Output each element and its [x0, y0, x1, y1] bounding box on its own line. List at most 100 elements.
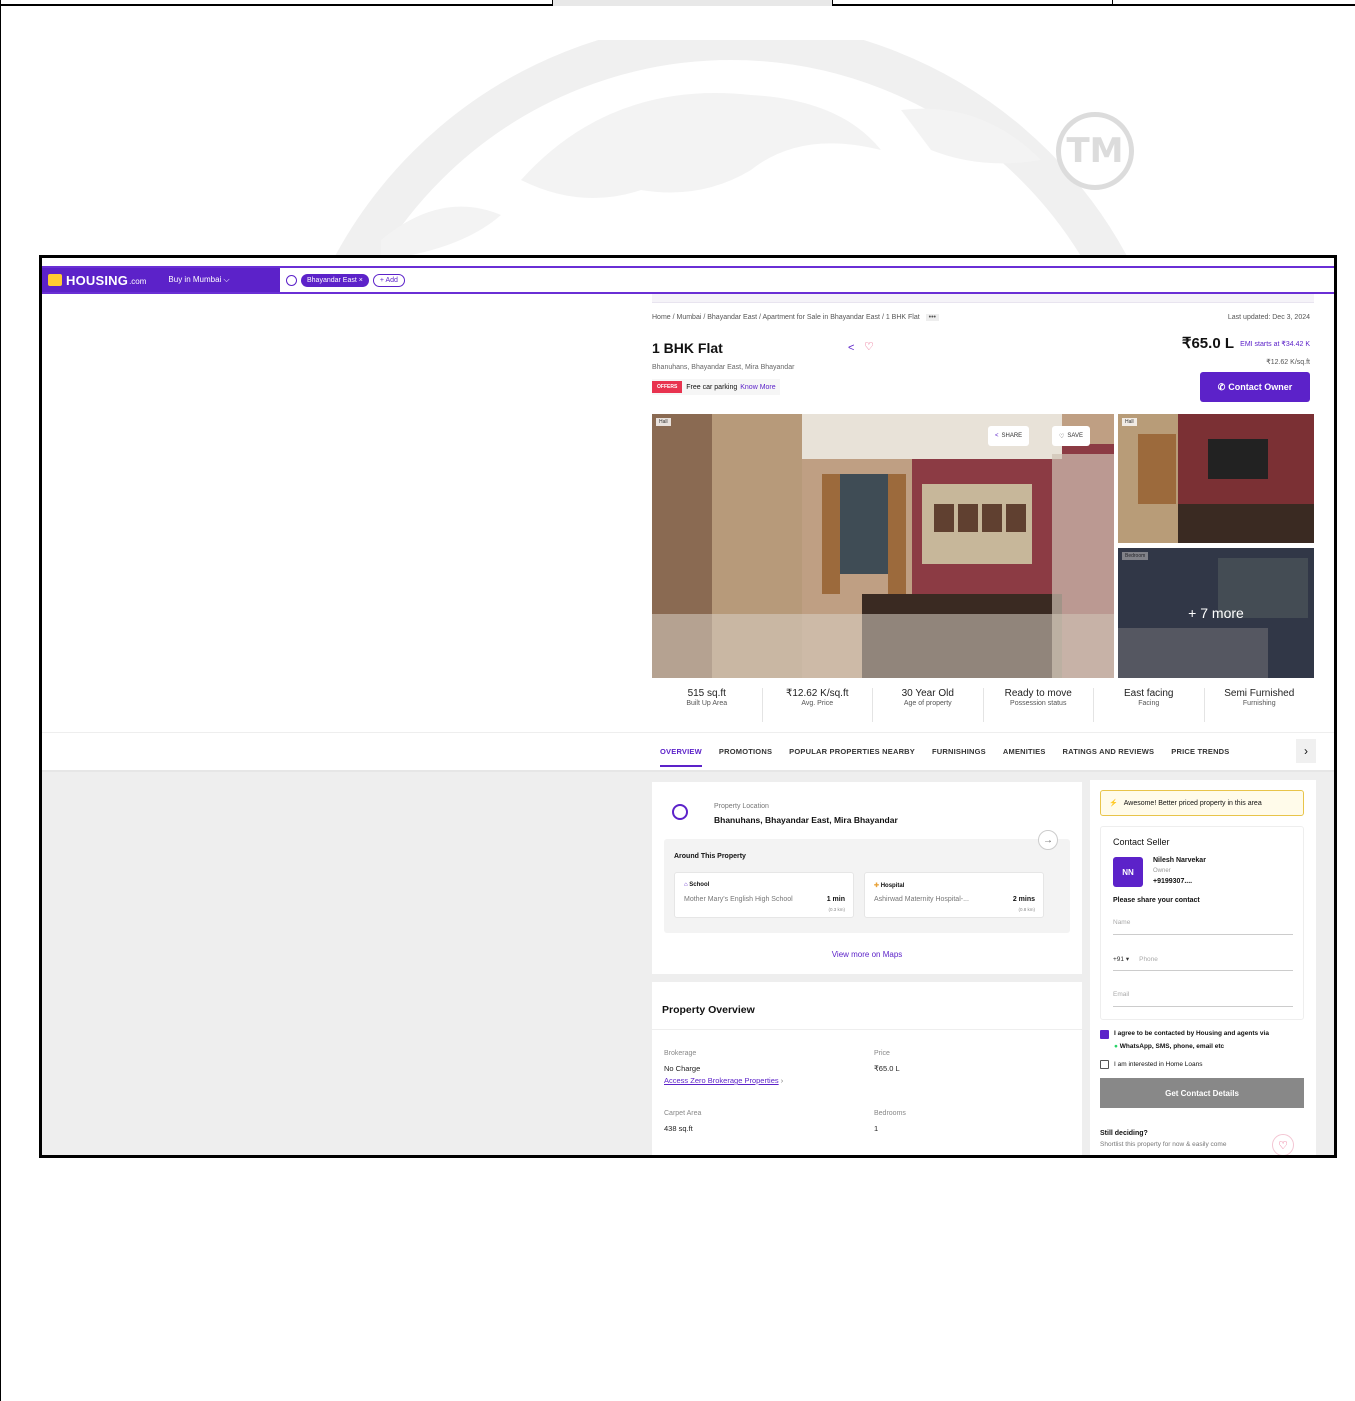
search-icon[interactable] [286, 274, 297, 286]
side-photo-hall[interactable]: Hall [1118, 414, 1314, 543]
offers-badge: OFFERS [652, 381, 683, 393]
tab-furnishings[interactable]: FURNISHINGS [932, 747, 986, 767]
stat-label: Furnishing [1242, 700, 1276, 707]
offer-text: Free car parking [686, 383, 738, 391]
share-icon[interactable]: < [848, 342, 854, 354]
stat-label: Age of property [903, 700, 952, 707]
avatar: NN [1113, 857, 1143, 887]
around-title: Around This Property [674, 853, 746, 860]
price-per-sqft: ₹12.62 K/sq.ft [1266, 359, 1310, 366]
sticky-strip [652, 294, 1314, 303]
logo-suffix: .com [129, 277, 147, 286]
carpet-area-value: 438 sq.ft [664, 1124, 693, 1133]
bedrooms-label: Bedrooms [874, 1110, 906, 1117]
stat-price: ₹12.62 K/sq.ft Avg. Price [763, 688, 873, 722]
zero-brokerage-link[interactable]: Access Zero Brokerage Properties › [664, 1076, 783, 1085]
location-value: Bhanuhans, Bhayandar East, Mira Bhayanda… [714, 815, 898, 825]
heart-icon: ♡ [1059, 433, 1065, 440]
home-loans-text: I am interested in Home Loans [1114, 1061, 1203, 1068]
tab-ratings[interactable]: RATINGS AND REVIEWS [1063, 747, 1155, 767]
globe-watermark [281, 40, 1181, 260]
carpet-area-label: Carpet Area [664, 1110, 702, 1117]
stat-label: Built Up Area [686, 700, 728, 707]
arrow-right-icon[interactable]: → [1038, 830, 1058, 850]
view-maps-link[interactable]: View more on Maps [652, 950, 1082, 959]
search-bar[interactable]: Bhayandar East × + Add [280, 268, 1334, 292]
tab-amenities[interactable]: AMENITIES [1003, 747, 1046, 767]
stat-facing: East facing Facing [1094, 688, 1205, 722]
locality-chip[interactable]: Bhayandar East × [301, 273, 369, 287]
browser-frame: HOUSING .com Buy in Mumbai ⌵ Bhayandar E… [39, 255, 1337, 1158]
buy-city-dropdown[interactable]: Buy in Mumbai ⌵ [168, 275, 229, 285]
seller-phone: +9199307.... [1153, 878, 1193, 885]
strip-segment [833, 0, 1113, 6]
logo-text[interactable]: HOUSING [66, 273, 128, 288]
breadcrumb-more[interactable]: ••• [925, 314, 939, 321]
heart-icon[interactable]: ♡ [864, 340, 874, 353]
around-property: Around This Property ⌂ School Mother Mar… [664, 839, 1070, 933]
poi-name: Ashirwad Maternity Hospital-... [874, 896, 969, 903]
blank-left-pane [42, 296, 650, 736]
chevron-right-icon[interactable]: › [1296, 739, 1316, 763]
email-input[interactable]: Email [1113, 985, 1293, 1007]
tab-price-trends[interactable]: PRICE TRENDS [1171, 747, 1229, 767]
location-label: Property Location [714, 803, 769, 810]
tab-overview[interactable]: OVERVIEW [660, 747, 702, 767]
stat-value: Ready to move [1004, 688, 1072, 699]
share-icon: < [995, 433, 999, 439]
agree-channels: WhatsApp, SMS, phone, email etc [1119, 1043, 1225, 1050]
navbar: HOUSING .com Buy in Mumbai ⌵ Bhayandar E… [42, 266, 1334, 294]
top-table-strip [1, 0, 1355, 6]
strip-segment [553, 0, 833, 6]
shortlist-text: Shortlist this property for now & easily… [1100, 1141, 1227, 1148]
phone-placeholder: Phone [1139, 956, 1158, 963]
photo-tag: Hall [656, 418, 671, 426]
know-more-link[interactable]: Know More [740, 384, 775, 391]
name-input[interactable]: Name [1113, 913, 1293, 935]
contact-owner-label: Contact Owner [1228, 382, 1293, 392]
poi-hospital[interactable]: ✚ Hospital Ashirwad Maternity Hospital-.… [864, 872, 1044, 918]
agree-text-line2: ● WhatsApp, SMS, phone, email etc [1114, 1043, 1224, 1050]
poi-school[interactable]: ⌂ School Mother Mary's English High Scho… [674, 872, 854, 918]
screenshot-canvas: TM HOUSING .com Buy in Mumbai ⌵ Bhayanda… [0, 0, 1355, 1401]
contact-seller-panel: ⚡ Awesome! Better priced property in thi… [1090, 780, 1316, 1155]
poi-distance: (0.3 km) [828, 907, 845, 912]
seller-role: Owner [1153, 868, 1171, 874]
whatsapp-icon: ● [1114, 1043, 1118, 1050]
poi-type: ✚ Hospital [874, 882, 904, 889]
share-button[interactable]: < SHARE [988, 426, 1030, 446]
location-card: Property Location Bhanuhans, Bhayandar E… [652, 782, 1082, 974]
stat-label: Facing [1138, 700, 1160, 707]
price-value: ₹65.0 L [874, 1064, 900, 1073]
add-locality-button[interactable]: + Add [372, 273, 405, 287]
phone-input[interactable]: +91 ▾ Phone [1113, 949, 1293, 971]
seller-name: Nilesh Narvekar [1153, 857, 1206, 864]
country-code-select[interactable]: +91 ▾ [1113, 956, 1129, 963]
emi-link[interactable]: EMI starts at ₹34.42 K [1240, 340, 1310, 348]
side-photo-bedroom[interactable]: Bedroom + 7 more [1118, 548, 1314, 678]
seller-form: Contact Seller NN Nilesh Narvekar Owner … [1100, 826, 1304, 1020]
page-title: 1 BHK Flat [652, 340, 723, 356]
chevron-right-icon: › [778, 1076, 784, 1085]
lightning-icon: ⚡ [1109, 800, 1118, 807]
tab-promotions[interactable]: PROMOTIONS [719, 747, 772, 767]
strip-segment [1113, 0, 1355, 6]
main-photo[interactable]: Hall < SHARE ♡ SAVE [652, 414, 1114, 678]
shortlist-heart-icon[interactable]: ♡ [1272, 1134, 1294, 1155]
breadcrumb-text[interactable]: Home / Mumbai / Bhayandar East / Apartme… [652, 314, 920, 321]
breadcrumb[interactable]: Home / Mumbai / Bhayandar East / Apartme… [652, 314, 939, 321]
get-contact-details-button[interactable]: Get Contact Details [1100, 1078, 1304, 1108]
agree-checkbox[interactable] [1100, 1030, 1109, 1039]
brokerage-value: No Charge [664, 1064, 701, 1073]
home-loans-checkbox[interactable] [1100, 1060, 1109, 1069]
navbar-brand: HOUSING .com Buy in Mumbai ⌵ [42, 268, 280, 292]
poi-type-text: School [689, 882, 710, 888]
offers-banner: OFFERS Free car parking Know More [652, 379, 780, 395]
more-photos-overlay[interactable]: + 7 more [1118, 548, 1314, 678]
agree-text: I agree to be contacted by Housing and a… [1114, 1030, 1269, 1037]
contact-owner-button[interactable]: ✆ Contact Owner [1200, 372, 1310, 402]
tab-popular-nearby[interactable]: POPULAR PROPERTIES NEARBY [789, 747, 915, 767]
better-priced-text: Awesome! Better priced property in this … [1123, 799, 1262, 807]
save-button[interactable]: ♡ SAVE [1052, 426, 1090, 446]
housing-logo-icon [48, 274, 62, 286]
